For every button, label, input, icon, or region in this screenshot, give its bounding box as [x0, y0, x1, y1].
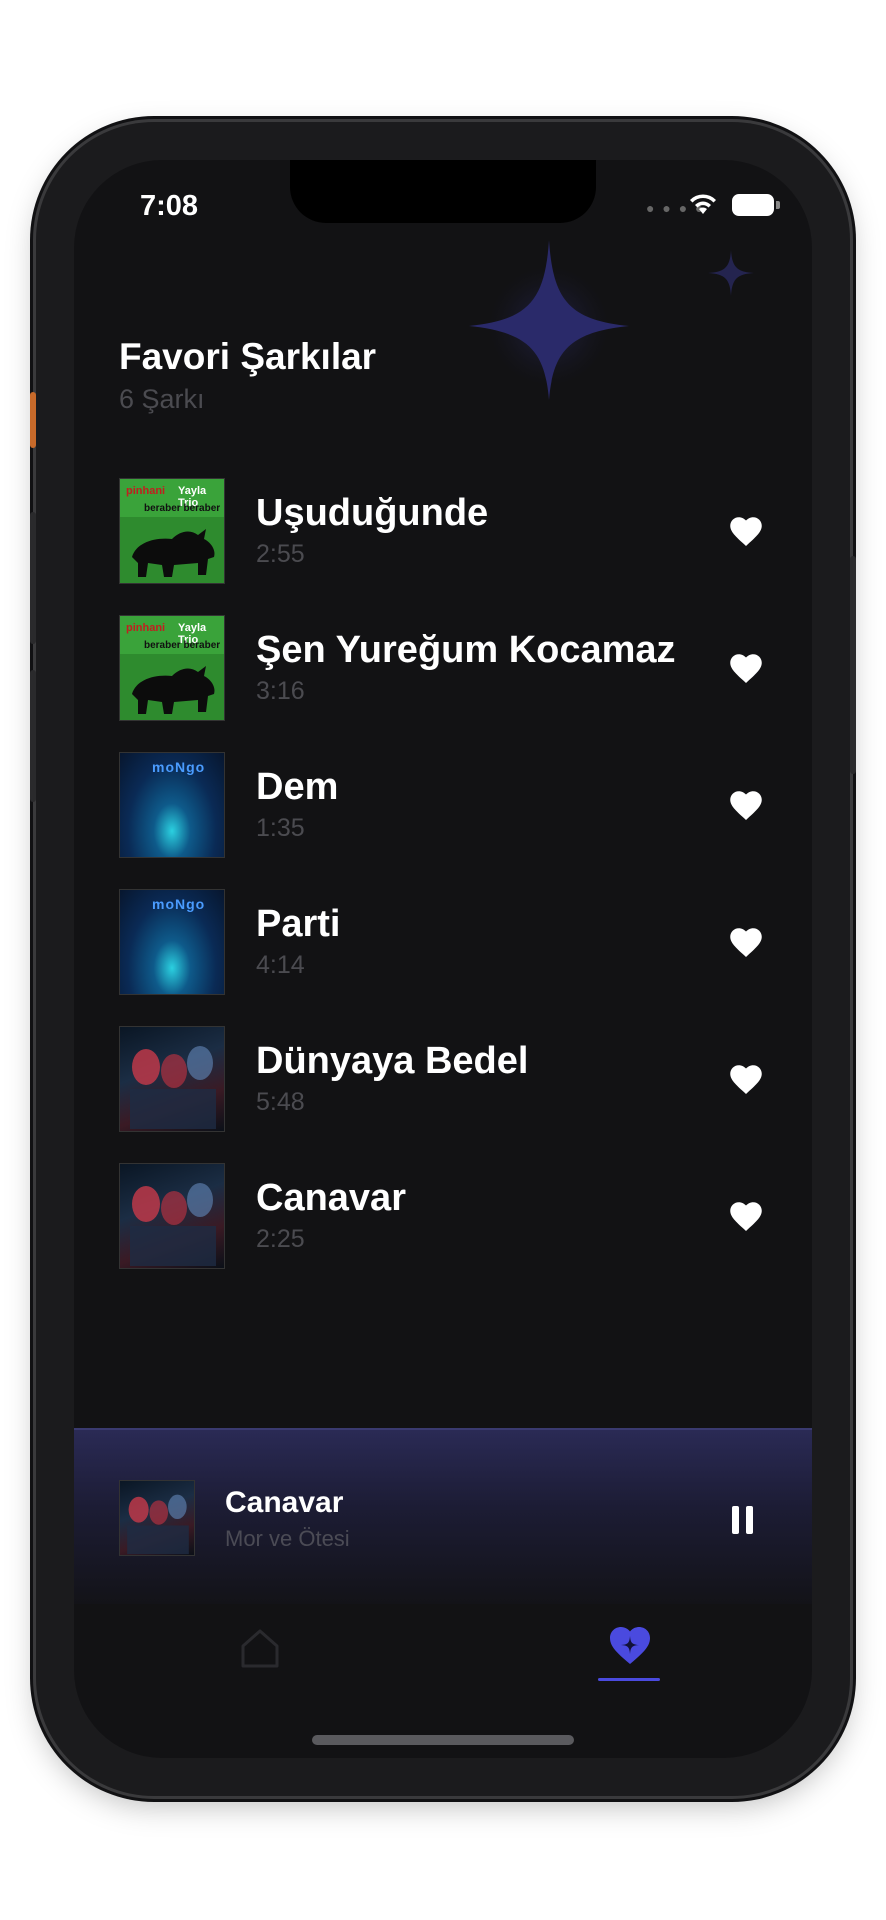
song-title: Canavar — [256, 1177, 406, 1219]
wifi-icon — [690, 194, 716, 214]
page-title: Favori Şarkılar — [119, 336, 377, 377]
home-icon[interactable] — [238, 1626, 282, 1670]
song-title: Parti — [256, 903, 341, 945]
mini-player[interactable]: Canavar Mor ve Ötesi — [74, 1428, 812, 1604]
heart-icon[interactable] — [728, 514, 764, 548]
song-title: Uşuduğunde — [256, 492, 489, 534]
pause-button[interactable] — [732, 1506, 754, 1534]
song-item[interactable]: pinhani Yayla Trio beraber beraber Şen Y… — [74, 615, 812, 723]
active-tab-indicator — [598, 1678, 660, 1681]
heart-icon[interactable] — [728, 925, 764, 959]
song-item[interactable]: moNgo Dem 1:35 — [74, 752, 812, 860]
song-duration: 3:16 — [256, 677, 305, 705]
mute-switch — [30, 392, 36, 448]
song-item[interactable]: moNgo Parti 4:14 — [74, 889, 812, 997]
now-playing-artist: Mor ve Ötesi — [225, 1526, 350, 1551]
heart-icon[interactable] — [728, 788, 764, 822]
now-playing-cover — [119, 1480, 195, 1556]
sparkle-large-icon — [469, 240, 629, 400]
home-indicator[interactable] — [312, 1735, 574, 1745]
song-title: Dünyaya Bedel — [256, 1040, 529, 1082]
sparkle-small-icon — [708, 250, 754, 296]
heart-sparkle-icon[interactable] — [608, 1624, 652, 1666]
album-cover: pinhani Yayla Trio beraber beraber — [119, 615, 225, 721]
pause-icon — [732, 1506, 739, 1534]
battery-cap — [776, 201, 780, 209]
heart-icon[interactable] — [728, 651, 764, 685]
album-cover — [119, 1163, 225, 1269]
song-title: Şen Yureğum Kocamaz — [256, 629, 676, 671]
volume-up-button — [30, 512, 36, 644]
song-duration: 4:14 — [256, 951, 305, 979]
heart-icon[interactable] — [728, 1199, 764, 1233]
song-duration: 5:48 — [256, 1088, 305, 1116]
battery-icon — [732, 194, 774, 216]
now-playing-title: Canavar — [225, 1486, 344, 1519]
heart-icon[interactable] — [728, 1062, 764, 1096]
app-screen: 7:08 ● ● ● ● Favori Şarkılar 6 Şarkı pin… — [74, 160, 812, 1758]
song-duration: 2:25 — [256, 1225, 305, 1253]
song-item[interactable]: Canavar 2:25 — [74, 1163, 812, 1271]
album-cover: moNgo — [119, 889, 225, 995]
song-duration: 2:55 — [256, 540, 305, 568]
status-time: 7:08 — [140, 190, 199, 222]
song-count: 6 Şarkı — [119, 384, 205, 414]
song-item[interactable]: Dünyaya Bedel 5:48 — [74, 1026, 812, 1134]
power-button — [850, 556, 856, 774]
song-item[interactable]: pinhani Yayla Trio beraber beraber Uşudu… — [74, 478, 812, 586]
album-cover — [119, 1026, 225, 1132]
album-cover: pinhani Yayla Trio beraber beraber — [119, 478, 225, 584]
song-title: Dem — [256, 766, 339, 808]
song-duration: 1:35 — [256, 814, 305, 842]
album-cover: moNgo — [119, 752, 225, 858]
notch — [290, 160, 596, 223]
volume-down-button — [30, 670, 36, 802]
